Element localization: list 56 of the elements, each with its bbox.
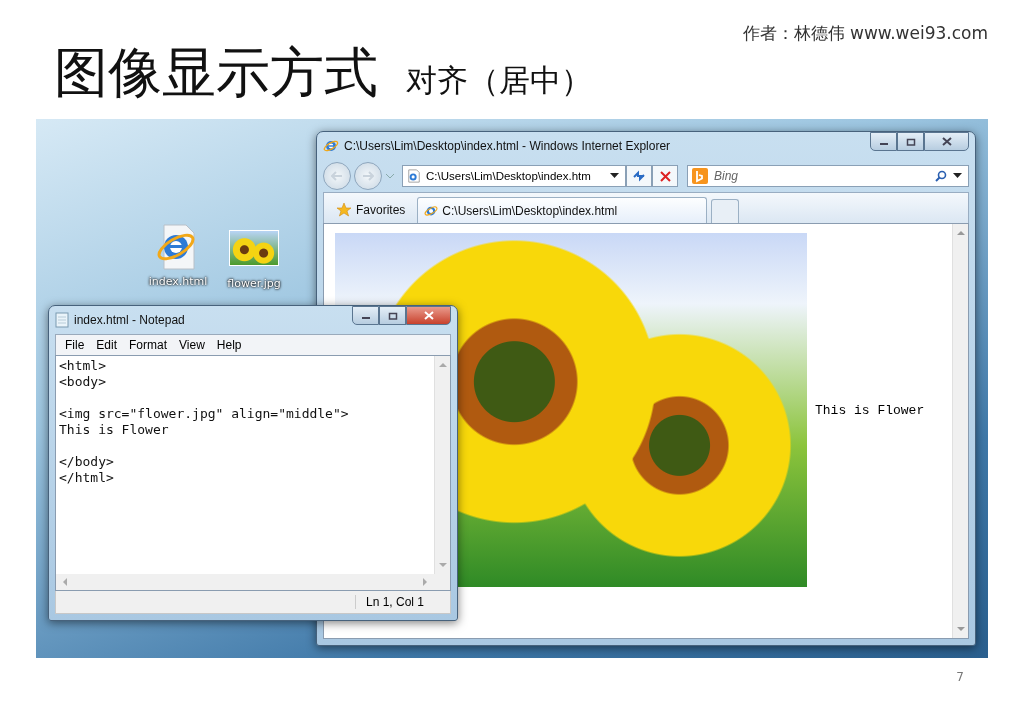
search-field[interactable]: Bing xyxy=(687,165,969,187)
menu-item[interactable]: File xyxy=(60,338,90,352)
forward-arrow-icon xyxy=(362,171,374,181)
scroll-up-icon[interactable] xyxy=(438,362,447,367)
ie-logo-icon xyxy=(323,138,339,154)
page-text: This is Flower xyxy=(815,402,925,418)
page-icon xyxy=(407,169,421,183)
minimize-button[interactable] xyxy=(870,132,897,151)
maximize-icon xyxy=(905,137,916,146)
caret-icon xyxy=(610,173,619,179)
menu-item[interactable]: Format xyxy=(124,338,173,352)
cursor-position: Ln 1, Col 1 xyxy=(354,595,424,609)
ie-logo-icon xyxy=(424,203,439,218)
scroll-down-icon[interactable] xyxy=(438,563,447,568)
vertical-scrollbar[interactable] xyxy=(434,356,450,574)
minimize-button[interactable] xyxy=(352,306,379,325)
browser-tab[interactable]: C:\Users\Lim\Desktop\index.html xyxy=(417,197,708,223)
new-tab-button[interactable] xyxy=(711,199,740,223)
vertical-scrollbar[interactable] xyxy=(952,224,968,638)
scroll-up-icon[interactable] xyxy=(956,230,965,235)
slide-title: 图像显示方式 xyxy=(54,40,378,106)
forward-button[interactable] xyxy=(354,162,382,190)
image-file-icon[interactable] xyxy=(229,230,279,266)
author-credit: 作者：林德伟 www.wei93.com xyxy=(742,22,988,44)
maximize-button[interactable] xyxy=(897,132,924,151)
maximize-button[interactable] xyxy=(379,306,406,325)
stop-button[interactable] xyxy=(652,165,678,187)
back-button[interactable] xyxy=(323,162,351,190)
dropdown-caret-icon[interactable] xyxy=(385,172,395,180)
bing-logo-icon xyxy=(692,168,708,184)
close-icon xyxy=(423,311,434,320)
page-number: 7 xyxy=(956,670,964,684)
refresh-icon xyxy=(632,170,646,182)
slide-subtitle: 对齐（居中） xyxy=(406,61,592,100)
close-icon xyxy=(941,137,952,146)
scroll-left-icon[interactable] xyxy=(62,578,67,586)
back-arrow-icon xyxy=(331,171,343,181)
scroll-right-icon[interactable] xyxy=(423,578,428,586)
scroll-down-icon[interactable] xyxy=(956,627,965,632)
address-bar[interactable]: C:\Users\Lim\Desktop\index.htm xyxy=(402,165,626,187)
horizontal-scrollbar[interactable] xyxy=(56,574,450,590)
window-title: index.html - Notepad xyxy=(74,313,185,327)
notepad-icon xyxy=(55,312,69,328)
menu-item[interactable]: Help xyxy=(211,338,247,352)
favorites-button[interactable]: Favorites xyxy=(328,197,414,223)
stop-icon xyxy=(659,170,671,182)
search-icon[interactable] xyxy=(935,170,947,182)
window-title: C:\Users\Lim\Desktop\index.html - Windows Internet Explorer xyxy=(344,139,671,153)
maximize-icon xyxy=(387,311,398,320)
menu-item[interactable]: Edit xyxy=(91,338,123,352)
star-icon xyxy=(336,202,352,218)
refresh-button[interactable] xyxy=(626,165,652,187)
close-button[interactable] xyxy=(924,132,969,151)
menu-item[interactable]: View xyxy=(174,338,210,352)
close-button[interactable] xyxy=(406,306,451,325)
caret-icon[interactable] xyxy=(953,173,962,179)
